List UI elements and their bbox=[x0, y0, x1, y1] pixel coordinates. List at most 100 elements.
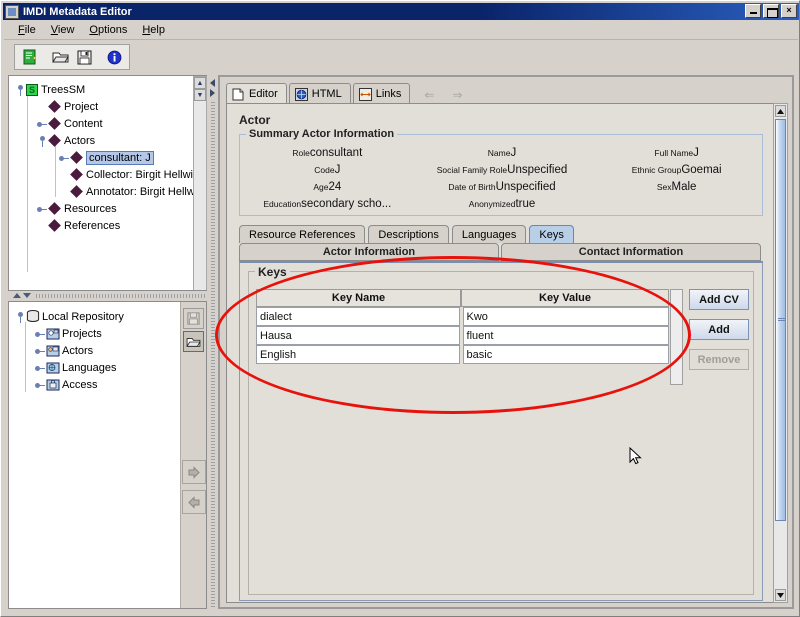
leaf-handle-icon bbox=[37, 221, 47, 231]
menu-item-options[interactable]: Options bbox=[82, 22, 135, 38]
repo-node-projects[interactable]: Projects bbox=[15, 325, 181, 342]
session-icon: S bbox=[26, 83, 38, 96]
tree-node-collector[interactable]: Collector: Birgit Hellwig bbox=[15, 166, 207, 183]
project-folder-icon bbox=[46, 327, 60, 340]
close-button[interactable]: × bbox=[781, 4, 797, 18]
scroll-down-arrow-icon[interactable] bbox=[775, 589, 786, 601]
summary-field-sex: Sex Male bbox=[589, 181, 764, 197]
tree-node-label: Resources bbox=[64, 202, 117, 215]
expand-handle-icon[interactable] bbox=[35, 363, 45, 373]
node-diamond-icon bbox=[70, 168, 83, 181]
tab-editor[interactable]: Editor bbox=[226, 83, 287, 104]
table-row[interactable]: dialect Kwo bbox=[256, 307, 669, 326]
collapse-handle-icon[interactable] bbox=[37, 135, 47, 147]
left-panels-divider[interactable] bbox=[8, 291, 207, 300]
repository-side-toolbar bbox=[180, 302, 206, 608]
nav-back-button[interactable]: ⇐ bbox=[418, 85, 440, 104]
leaf-handle-icon bbox=[37, 102, 47, 112]
add-button[interactable]: Add bbox=[689, 319, 749, 340]
metadata-tree[interactable]: S TreesSM Project Content Actors consult… bbox=[9, 76, 207, 272]
tab-contact-information[interactable]: Contact Information bbox=[501, 243, 761, 261]
tab-descriptions[interactable]: Descriptions bbox=[368, 225, 449, 243]
summary-legend: Summary Actor Information bbox=[246, 128, 398, 140]
menu-item-view[interactable]: View bbox=[44, 22, 83, 38]
save-button[interactable] bbox=[72, 46, 96, 68]
menu-item-help[interactable]: Help bbox=[135, 22, 173, 38]
app-icon bbox=[5, 4, 19, 19]
globe-icon bbox=[294, 87, 308, 101]
tab-languages[interactable]: Languages bbox=[451, 225, 527, 243]
summary-field-code: Code J bbox=[240, 164, 415, 180]
table-row[interactable]: Hausa fluent bbox=[256, 326, 669, 345]
move-right-button[interactable] bbox=[182, 460, 206, 484]
vertical-split-divider[interactable] bbox=[208, 75, 217, 609]
collapse-right-icon[interactable] bbox=[210, 89, 215, 97]
expand-handle-icon[interactable] bbox=[15, 311, 25, 323]
table-row[interactable]: English basic bbox=[256, 345, 669, 364]
collapse-left-icon[interactable] bbox=[210, 79, 215, 87]
keys-table-scrollbar[interactable] bbox=[670, 289, 683, 385]
repository-save-button[interactable] bbox=[183, 308, 204, 329]
tree-node-root[interactable]: S TreesSM bbox=[15, 81, 207, 98]
field-key: Ethnic Group bbox=[631, 165, 682, 175]
field-value: Unspecified bbox=[495, 181, 556, 193]
leaf-handle-icon bbox=[59, 170, 69, 180]
expand-handle-icon[interactable] bbox=[35, 346, 45, 356]
info-button[interactable] bbox=[102, 46, 126, 68]
open-folder-button[interactable] bbox=[48, 46, 72, 68]
tab-links[interactable]: Links bbox=[352, 83, 411, 104]
collapse-up-icon[interactable] bbox=[13, 293, 21, 298]
new-document-button[interactable] bbox=[18, 46, 42, 68]
tree-node-label: Annotator: Birgit Hellwig bbox=[86, 185, 204, 198]
scroll-down-arrow-icon[interactable]: ▼ bbox=[194, 89, 206, 101]
scrollbar-thumb[interactable] bbox=[775, 119, 786, 521]
expand-handle-icon[interactable] bbox=[15, 84, 25, 96]
expand-handle-icon[interactable] bbox=[35, 380, 45, 390]
tree-node-resources[interactable]: Resources bbox=[15, 200, 207, 217]
repo-node-access[interactable]: Access bbox=[15, 376, 181, 393]
tree-node-annotator[interactable]: Annotator: Birgit Hellwig bbox=[15, 183, 207, 200]
move-left-button[interactable] bbox=[182, 490, 206, 514]
key-value-cell[interactable]: fluent bbox=[462, 326, 669, 345]
minimize-button[interactable] bbox=[745, 4, 761, 18]
expand-handle-icon[interactable] bbox=[37, 204, 47, 214]
metadata-tree-panel[interactable]: S TreesSM Project Content Actors consult… bbox=[8, 75, 207, 291]
column-header-key-name[interactable]: Key Name bbox=[256, 289, 461, 307]
tab-actor-information[interactable]: Actor Information bbox=[239, 243, 499, 261]
expand-handle-icon[interactable] bbox=[59, 153, 69, 163]
key-name-cell[interactable]: dialect bbox=[256, 307, 460, 326]
tab-resource-references[interactable]: Resource References bbox=[239, 225, 366, 243]
repository-open-button[interactable] bbox=[183, 331, 204, 352]
keys-table-header: Key Name Key Value bbox=[256, 289, 669, 307]
tree-node-references[interactable]: References bbox=[15, 217, 207, 234]
repo-node-root[interactable]: Local Repository bbox=[15, 308, 181, 325]
nav-forward-button[interactable]: ⇒ bbox=[446, 85, 468, 104]
repo-node-actors[interactable]: Actors bbox=[15, 342, 181, 359]
expand-handle-icon[interactable] bbox=[35, 329, 45, 339]
tree-vertical-scrollbar[interactable]: ▲ ▼ bbox=[193, 76, 207, 290]
tree-node-actors[interactable]: Actors bbox=[15, 132, 207, 149]
collapse-down-icon[interactable] bbox=[23, 293, 31, 298]
tab-keys[interactable]: Keys bbox=[529, 225, 574, 243]
expand-handle-icon[interactable] bbox=[37, 119, 47, 129]
column-header-key-value[interactable]: Key Value bbox=[461, 289, 669, 307]
field-value: Male bbox=[671, 181, 697, 193]
repository-tree[interactable]: Local Repository Projects Actors Languag… bbox=[9, 302, 181, 608]
keys-content-panel: Keys Key Name Key Value dialect Kwo Haus… bbox=[239, 261, 763, 601]
key-value-cell[interactable]: basic bbox=[462, 345, 669, 364]
key-name-cell[interactable]: Hausa bbox=[256, 326, 460, 345]
maximize-button[interactable] bbox=[763, 4, 779, 18]
tree-node-consultant[interactable]: consultant: J bbox=[15, 149, 207, 166]
keys-table[interactable]: Key Name Key Value dialect Kwo Hausa flu… bbox=[256, 289, 669, 364]
key-value-cell[interactable]: Kwo bbox=[462, 307, 669, 326]
repo-node-languages[interactable]: Languages bbox=[15, 359, 181, 376]
tab-html[interactable]: HTML bbox=[288, 83, 351, 104]
tree-node-project[interactable]: Project bbox=[15, 98, 207, 115]
scroll-up-arrow-icon[interactable]: ▲ bbox=[194, 77, 206, 89]
add-cv-button[interactable]: Add CV bbox=[689, 289, 749, 310]
tree-node-content[interactable]: Content bbox=[15, 115, 207, 132]
menu-item-file[interactable]: File bbox=[11, 22, 44, 38]
key-name-cell[interactable]: English bbox=[256, 345, 460, 364]
scroll-up-arrow-icon[interactable] bbox=[775, 105, 786, 117]
editor-vertical-scrollbar[interactable] bbox=[773, 103, 788, 603]
